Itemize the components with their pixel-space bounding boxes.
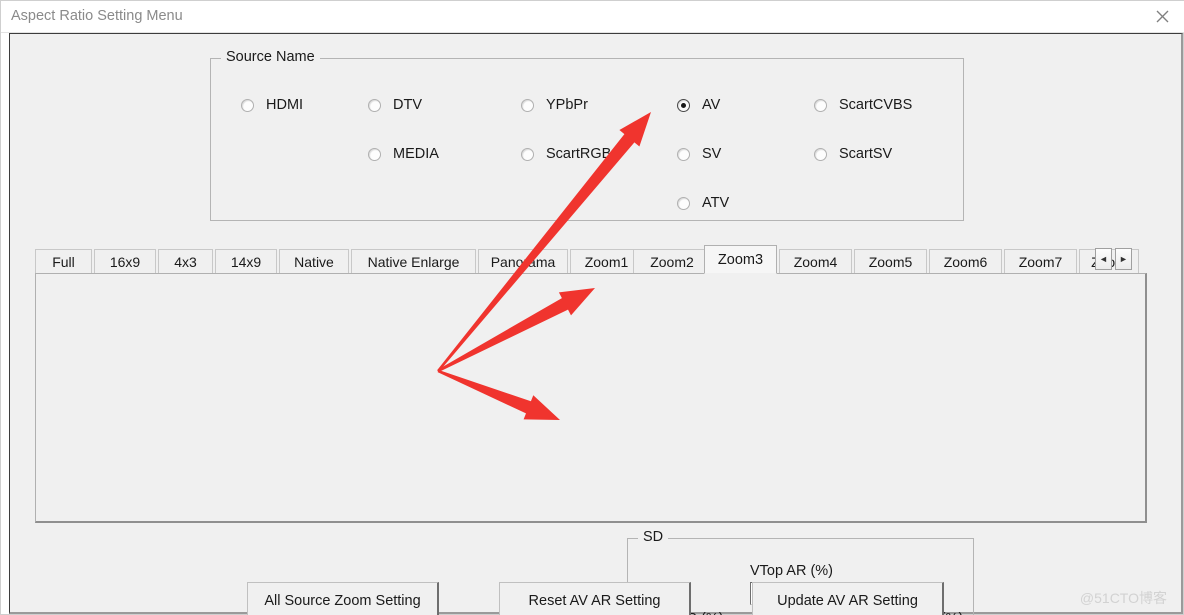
source-radio-ypbpr[interactable]: YPbPr [521, 97, 588, 113]
tab-label: Full [52, 253, 75, 270]
tab-label: Native Enlarge [367, 253, 460, 270]
tab-zoom5[interactable]: Zoom5 [854, 249, 927, 273]
tab-zoom3[interactable]: Zoom3 [704, 245, 777, 274]
source-radio-scartsv[interactable]: ScartSV [814, 146, 892, 162]
source-radio-label: DTV [393, 97, 422, 113]
tab-label: Panorama [490, 253, 556, 270]
sd-group-legend: SD [638, 529, 669, 545]
source-radio-av[interactable]: AV [677, 97, 720, 113]
source-radio-scartrgb[interactable]: ScartRGB [521, 146, 611, 162]
all-source-zoom-setting-button[interactable]: All Source Zoom Setting [247, 582, 439, 615]
update-av-ar-setting-button[interactable]: Update AV AR Setting [752, 582, 944, 615]
radio-dot-icon [677, 98, 690, 112]
tab-native[interactable]: Native [279, 249, 349, 273]
radio-dot-icon [521, 147, 534, 161]
radio-dot-icon [814, 147, 827, 161]
radio-dot-icon [677, 147, 690, 161]
tab-label: 16x9 [109, 253, 141, 270]
close-button[interactable] [1139, 1, 1184, 31]
source-radio-hdmi[interactable]: HDMI [241, 97, 303, 113]
tab-scroll-right-button[interactable]: ► [1115, 248, 1132, 270]
tab-zoom6[interactable]: Zoom6 [929, 249, 1002, 273]
radio-dot-icon [677, 196, 690, 210]
close-icon [1156, 10, 1169, 23]
radio-dot-icon [814, 98, 827, 112]
button-label: Update AV AR Setting [777, 592, 918, 609]
dialog-body: Source Name HDMI DTV YPbPr AV ScartCVBS MEDIA… [9, 33, 1183, 615]
tab-label: Zoom4 [793, 253, 838, 270]
tab-label: Zoom1 [584, 253, 629, 270]
tab-label: Zoom7 [1018, 253, 1063, 270]
source-radio-label: ScartRGB [546, 146, 612, 162]
source-radio-media[interactable]: MEDIA [368, 146, 439, 162]
source-radio-label: ScartCVBS [839, 97, 913, 113]
field-label-vtop: VTop AR (%) [750, 563, 833, 579]
tab-zoom7[interactable]: Zoom7 [1004, 249, 1077, 273]
source-radio-label: MEDIA [393, 146, 439, 162]
application-window: Aspect Ratio Setting Menu Source Name HD… [0, 0, 1184, 615]
tab-label: Native [294, 253, 334, 270]
tab-label: Zoom2 [650, 253, 694, 270]
tab-full[interactable]: Full [35, 249, 92, 273]
title-bar: Aspect Ratio Setting Menu [1, 1, 1184, 33]
chevron-right-icon: ► [1119, 253, 1128, 264]
source-radio-label: YPbPr [546, 97, 588, 113]
tab-zoom4[interactable]: Zoom4 [779, 249, 852, 273]
source-radio-label: ScartSV [839, 146, 893, 162]
button-label: All Source Zoom Setting [264, 592, 421, 609]
source-name-group-legend: Source Name [221, 49, 320, 65]
tab-zoom2[interactable]: Zoom2 [633, 249, 711, 273]
tab-label: 14x9 [230, 253, 262, 270]
radio-dot-icon [521, 98, 534, 112]
tab-label: 4x3 [174, 253, 197, 270]
tab-label: Zoom6 [943, 253, 988, 270]
source-radio-atv[interactable]: ATV [677, 195, 729, 211]
source-radio-sv[interactable]: SV [677, 146, 721, 162]
tab-native-enlarge[interactable]: Native Enlarge [351, 249, 476, 273]
source-name-group: Source Name HDMI DTV YPbPr AV ScartCVBS MEDIA… [210, 49, 964, 221]
chevron-left-icon: ◄ [1099, 253, 1108, 264]
radio-dot-icon [241, 98, 254, 112]
radio-dot-icon [368, 98, 381, 112]
aspect-ratio-tabstrip: Full 16x9 4x3 14x9 Native Native Enlarge Panor… [35, 245, 1147, 274]
tab-4x3[interactable]: 4x3 [158, 249, 213, 273]
source-radio-label: AV [702, 97, 721, 113]
tab-panorama[interactable]: Panorama [478, 249, 568, 273]
source-radio-dtv[interactable]: DTV [368, 97, 422, 113]
button-label: Reset AV AR Setting [528, 592, 661, 609]
source-radio-label: SV [702, 146, 722, 162]
watermark: @51CTO博客 [1079, 590, 1167, 606]
source-radio-label: ATV [702, 195, 730, 211]
source-radio-label: HDMI [266, 97, 304, 113]
tab-16x9[interactable]: 16x9 [94, 249, 156, 273]
tab-scroll-left-button[interactable]: ◄ [1095, 248, 1112, 270]
tab-label: Zoom3 [717, 251, 764, 268]
window-title: Aspect Ratio Setting Menu [11, 8, 183, 24]
tab-label: Zoom5 [868, 253, 913, 270]
aspect-ratio-setting-window: Aspect Ratio Setting Menu Source Name HD… [0, 0, 1184, 615]
radio-dot-icon [368, 147, 381, 161]
source-radio-scartcvbs[interactable]: ScartCVBS [814, 97, 912, 113]
reset-av-ar-setting-button[interactable]: Reset AV AR Setting [499, 582, 691, 615]
tab-content-panel: SD VTop AR (%)HLeft AR (%)HRight AR (%)V… [35, 273, 1147, 615]
tab-14x9[interactable]: 14x9 [215, 249, 277, 273]
